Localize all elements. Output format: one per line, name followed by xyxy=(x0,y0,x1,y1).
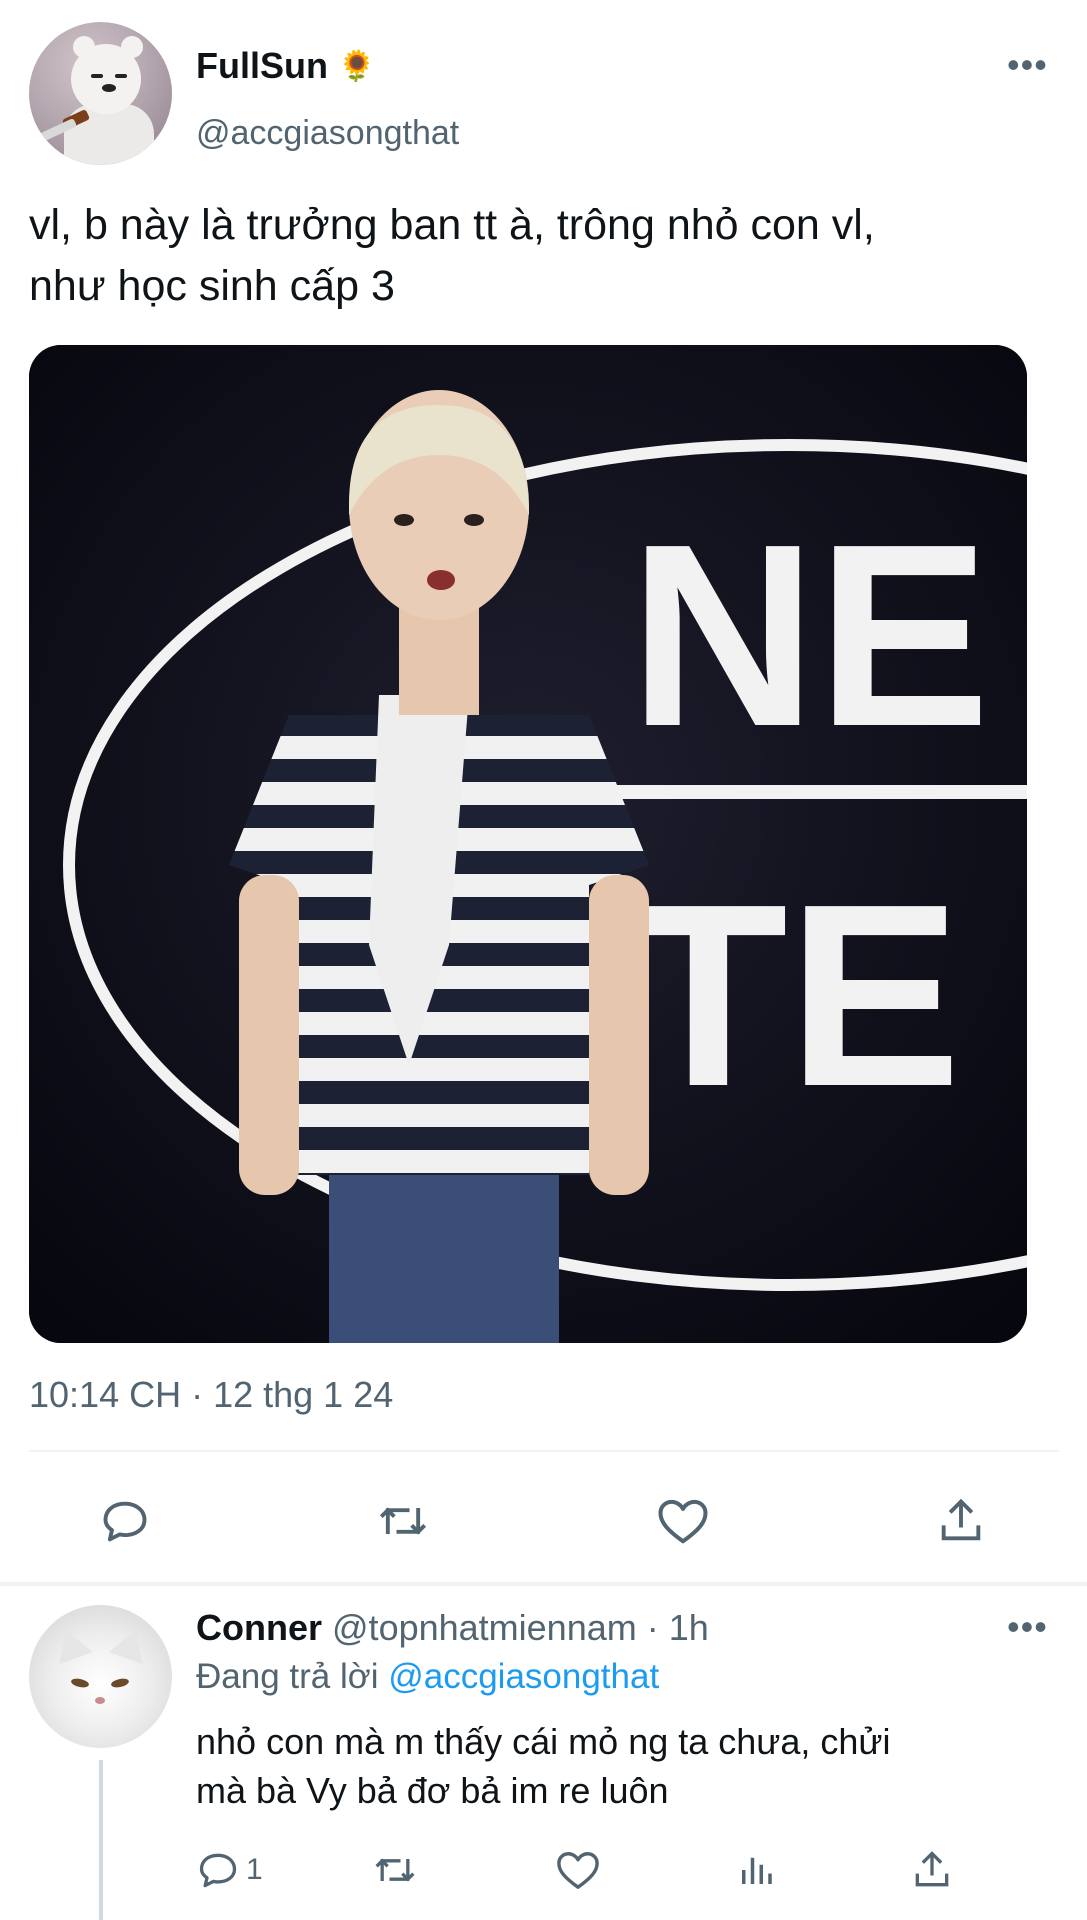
thread-line xyxy=(99,1760,103,1920)
reply-icon xyxy=(199,1853,237,1888)
section-divider xyxy=(0,1582,1087,1586)
more-options-button[interactable]: ••• xyxy=(1007,47,1048,83)
replying-to-mention[interactable]: @accgiasongthat xyxy=(388,1657,659,1696)
photo-person-striped-shirt-icon: NE TE xyxy=(29,345,1027,1343)
author-avatar[interactable] xyxy=(29,22,172,165)
backdrop-text-te: TE xyxy=(629,851,961,1141)
reply-button[interactable] xyxy=(94,1490,156,1552)
share-icon xyxy=(941,1498,981,1541)
views-icon xyxy=(742,1857,772,1884)
tweet-text: vl, b này là trưởng ban tt à, trông nhỏ … xyxy=(29,201,875,310)
like-icon xyxy=(658,1499,708,1544)
reply-like-button[interactable] xyxy=(553,1845,603,1895)
reply-author-avatar[interactable] xyxy=(29,1605,172,1748)
retweet-icon xyxy=(379,1507,427,1535)
reply-retweet-button[interactable] xyxy=(370,1845,420,1895)
like-icon xyxy=(557,1852,599,1889)
retweet-icon xyxy=(375,1858,415,1882)
sunflower-icon: 🌻 xyxy=(337,50,376,83)
author-name[interactable]: FullSun 🌻 xyxy=(196,44,375,89)
display-name: FullSun xyxy=(196,45,328,86)
reply-reply-button[interactable]: 1 xyxy=(196,1845,263,1895)
tweet-photo[interactable]: NE TE xyxy=(29,345,1027,1343)
reply-icon xyxy=(103,1501,147,1542)
author-handle[interactable]: @accgiasongthat xyxy=(196,112,459,154)
reply-views-button[interactable] xyxy=(731,1845,781,1895)
reply-more-options-button[interactable]: ••• xyxy=(1007,1609,1048,1645)
replying-to: Đang trả lời @accgiasongthat xyxy=(196,1655,659,1699)
reply-header: Conner @topnhatmiennam · 1h xyxy=(196,1606,709,1650)
reply-count: 1 xyxy=(246,1853,263,1886)
like-button[interactable] xyxy=(652,1490,714,1552)
tweet-timestamp[interactable]: 10:14 CH · 12 thg 1 24 xyxy=(29,1373,393,1417)
reply-share-button[interactable] xyxy=(907,1845,957,1895)
replying-to-prefix: Đang trả lời xyxy=(196,1657,379,1696)
share-button[interactable] xyxy=(930,1490,992,1552)
retweet-button[interactable] xyxy=(372,1490,434,1552)
reply-display-name[interactable]: Conner xyxy=(196,1607,322,1648)
divider xyxy=(29,1450,1059,1452)
reply-text: nhỏ con mà m thấy cái mỏ ng ta chưa, chử… xyxy=(196,1721,891,1811)
reply-handle-time[interactable]: @topnhatmiennam · 1h xyxy=(332,1607,709,1648)
share-icon xyxy=(915,1851,949,1887)
backdrop-text-ne: NE xyxy=(629,491,990,781)
